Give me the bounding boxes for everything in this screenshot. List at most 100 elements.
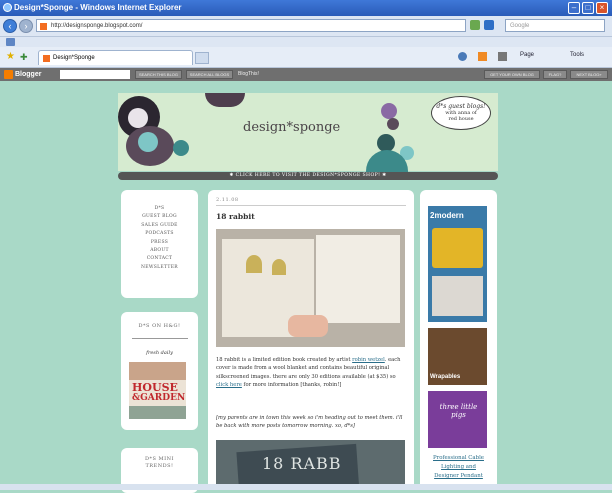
tab-label: Design*Sponge	[53, 55, 95, 61]
nav-item-press[interactable]: PRESS	[121, 239, 198, 247]
blogger-navbar: Blogger SEARCH THIS BLOG SEARCH ALL BLOG…	[0, 68, 612, 81]
forward-button[interactable]: ›	[19, 19, 33, 33]
hg-logo-line1: HOUSE	[132, 381, 178, 394]
post-note: [my parents are in town this week so i'm…	[216, 415, 403, 430]
status-bar	[0, 484, 612, 490]
ad-sofa-image	[432, 276, 483, 316]
post-date: 2.11.08	[216, 197, 239, 203]
ad-2modern[interactable]	[428, 206, 487, 322]
next-blog-button[interactable]: NEXT BLOG»	[570, 70, 608, 79]
page-favicon-icon	[40, 23, 47, 30]
image-band	[129, 362, 186, 380]
address-input[interactable]: http://designsponge.blogspot.com/	[36, 19, 466, 32]
image-band	[129, 406, 186, 419]
decor-dot	[138, 132, 158, 152]
nav-item-ds[interactable]: D*S	[121, 205, 198, 213]
minimize-button[interactable]: –	[568, 2, 580, 14]
new-tab-button[interactable]	[195, 52, 209, 64]
blogger-b-icon	[4, 70, 13, 79]
tulip-shape	[272, 259, 286, 275]
flag-button[interactable]: FLAG?	[543, 70, 567, 79]
guest-blogs-bubble[interactable]: d*s guest blogs! with anna of red house	[431, 96, 491, 130]
hg-title: D*S ON H&G!	[138, 323, 181, 329]
ad-wrapables-label: Wrapables	[430, 374, 461, 380]
window-title: Design*Sponge - Windows Internet Explore…	[14, 3, 182, 12]
post-title[interactable]: 18 rabbit	[216, 212, 255, 221]
hand-shape	[288, 315, 328, 337]
house-garden-image[interactable]: HOUSE &GARDEN	[129, 362, 186, 419]
nav-item-podcasts[interactable]: PODCASTS	[121, 230, 198, 238]
tulip-shape	[246, 255, 262, 273]
ad-three-little-pigs[interactable]	[428, 391, 487, 448]
site-logo-text[interactable]: design*sponge	[243, 120, 340, 135]
window-titlebar: Design*Sponge - Windows Internet Explore…	[0, 0, 612, 16]
page-menu[interactable]: Page	[520, 52, 534, 58]
nav-item-contact[interactable]: CONTACT	[121, 255, 198, 263]
search-input[interactable]: Google	[505, 19, 605, 32]
get-own-blog-button[interactable]: GET YOUR OWN BLOG	[484, 70, 540, 79]
bubble-line2: red house	[448, 116, 474, 122]
maximize-button[interactable]: □	[582, 2, 594, 14]
favorites-bar: ★ ✚ Design*Sponge Page Tools	[0, 47, 612, 68]
feeds-icon[interactable]	[478, 52, 487, 61]
search-placeholder: Google	[510, 23, 530, 29]
blogthis-link[interactable]: BlogThis!	[238, 70, 259, 79]
nav-item-about[interactable]: ABOUT	[121, 247, 198, 255]
book-right-page	[316, 235, 400, 323]
divider	[216, 205, 406, 206]
mini-title-line1: D*S MINI	[145, 456, 174, 462]
ad-link-line2: Lighting and	[441, 464, 476, 470]
decor-dot	[128, 108, 148, 128]
post-body-text: for more information [thanks, robin!]	[241, 382, 342, 389]
blogger-logo[interactable]: Blogger	[4, 70, 41, 79]
compatibility-icon[interactable]	[470, 20, 480, 30]
tools-menu[interactable]: Tools	[570, 52, 584, 58]
add-favorites-icon[interactable]: ✚	[20, 52, 28, 62]
fresh-daily-label: fresh daily	[146, 350, 173, 356]
nav-list: D*S GUEST BLOG SALES GUIDE PODCASTS PRES…	[121, 205, 198, 272]
artist-link[interactable]: robin wetzel	[352, 357, 385, 363]
favorites-star-icon[interactable]: ★	[6, 52, 15, 62]
decor-dot	[387, 118, 399, 130]
print-icon[interactable]	[498, 52, 507, 61]
tab-designsponge[interactable]: Design*Sponge	[38, 50, 193, 65]
ie-icon	[3, 3, 12, 12]
refresh-icon[interactable]	[484, 20, 494, 30]
hg-logo-line2: &GARDEN	[132, 393, 186, 403]
home-icon[interactable]	[458, 52, 467, 61]
blogger-search-input[interactable]	[60, 70, 130, 79]
divider	[132, 338, 188, 339]
book-cover-photo[interactable]: 18 RABB	[216, 440, 405, 490]
close-button[interactable]: ×	[596, 2, 608, 14]
ad-text-link[interactable]: Professional Cable Lighting and Designer…	[424, 454, 493, 481]
ad-three-little-pigs-text: three little pigs	[439, 403, 478, 419]
shop-banner-link[interactable]: ✱ CLICK HERE TO VISIT THE DESIGN*SPONGE …	[118, 172, 498, 180]
tools-icon[interactable]	[6, 38, 15, 46]
shop-banner-text: CLICK HERE TO VISIT THE DESIGN*SPONGE SH…	[235, 173, 381, 178]
post-body-text: 18 rabbit is a limited edition book crea…	[216, 357, 353, 363]
tab-favicon-icon	[43, 55, 50, 62]
ad-link-line3: Designer Pendant	[434, 473, 483, 479]
post-body: 18 rabbit is a limited edition book crea…	[216, 356, 406, 390]
mini-title-line2: TRENDS!	[145, 463, 174, 469]
star-icon: ✱	[380, 173, 387, 178]
nav-item-sales-guide[interactable]: SALES GUIDE	[121, 222, 198, 230]
address-text: http://designsponge.blogspot.com/	[51, 23, 143, 29]
mini-trends-title: D*S MINI TRENDS!	[121, 456, 198, 470]
nav-item-guest-blog[interactable]: GUEST BLOG	[121, 213, 198, 221]
address-bar-row: ‹ › http://designsponge.blogspot.com/ Go…	[0, 16, 612, 37]
back-button[interactable]: ‹	[3, 19, 17, 33]
click-here-link[interactable]: click here	[216, 382, 242, 388]
blogger-logo-text: Blogger	[15, 71, 42, 78]
decor-dot	[381, 103, 397, 119]
nav-item-newsletter[interactable]: NEWSLETTER	[121, 264, 198, 272]
book-cover-text: 18 RABB	[262, 454, 342, 473]
ad-2modern-logo: 2modern	[430, 211, 464, 220]
book-photo[interactable]	[216, 229, 405, 347]
menu-row	[0, 37, 612, 47]
search-all-blogs-button[interactable]: SEARCH ALL BLOGS	[186, 70, 233, 79]
search-this-blog-button[interactable]: SEARCH THIS BLOG	[135, 70, 182, 79]
decor-dot	[173, 140, 189, 156]
ad-link-line1: Professional Cable	[433, 455, 484, 461]
ad-pillow-image	[432, 228, 483, 268]
